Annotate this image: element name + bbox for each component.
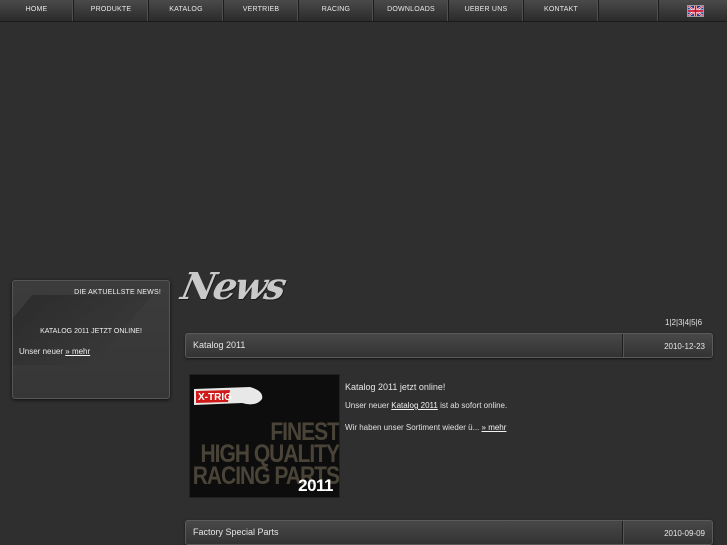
nav-spacer — [599, 0, 659, 21]
page-link-6[interactable]: 6 — [698, 318, 702, 327]
cover-year: 2011 — [298, 476, 333, 495]
latest-news-title: KATALOG 2011 JETZT ONLINE! — [40, 328, 142, 335]
page-title: News — [177, 264, 289, 308]
paragraph-text: Unser neuer — [345, 401, 390, 410]
uk-flag-icon[interactable] — [687, 5, 704, 17]
article-body: Katalog 2011 jetzt online! Unser neuer K… — [345, 382, 685, 445]
nav-produkte[interactable]: PRODUKTE — [74, 0, 149, 21]
pagination: 1|2|3|4|5|6 — [665, 318, 702, 327]
nav-downloads[interactable]: DOWNLOADS — [374, 0, 449, 21]
paragraph-text: Wir haben unser Sortiment wieder ü... — [345, 423, 480, 432]
language-switch[interactable] — [659, 0, 727, 21]
divider — [622, 334, 623, 357]
latest-news-header: DIE AKTUELLSTE NEWS! — [74, 289, 161, 296]
nav-home[interactable]: HOME — [0, 0, 74, 21]
nav-racing[interactable]: RACING — [299, 0, 374, 21]
article-header-bar[interactable]: Katalog 2011 2010-12-23 — [185, 333, 713, 358]
article-title[interactable]: Factory Special Parts — [193, 527, 279, 537]
paragraph-text: ist ab sofort online. — [440, 401, 508, 410]
page: HOME PRODUKTE KATALOG VERTRIEB RACING DO… — [0, 0, 727, 545]
main-navigation: HOME PRODUKTE KATALOG VERTRIEB RACING DO… — [0, 0, 727, 22]
article-header-bar[interactable]: Factory Special Parts 2010-09-09 — [185, 520, 713, 545]
divider — [622, 521, 623, 544]
catalog-link[interactable]: Katalog 2011 — [391, 401, 438, 410]
nav-ueber-uns[interactable]: UEBER UNS — [449, 0, 524, 21]
latest-news-snippet: Unser neuer — [19, 347, 64, 356]
article-more-link[interactable]: » mehr — [482, 423, 507, 432]
article-paragraph: Unser neuer Katalog 2011 ist ab sofort o… — [345, 401, 685, 410]
catalog-cover-image[interactable]: X-TRIG FINEST HIGH QUALITY RACING PARTS … — [189, 374, 340, 498]
article-lead: Katalog 2011 jetzt online! — [345, 382, 446, 392]
xtrig-logo-icon: X-TRIG — [194, 387, 263, 405]
article-paragraph: Wir haben unser Sortiment wieder ü... » … — [345, 423, 685, 432]
latest-news-box: DIE AKTUELLSTE NEWS! KATALOG 2011 JETZT … — [12, 280, 170, 399]
xtrig-logo-text: X-TRIG — [198, 392, 232, 403]
latest-news-more-link[interactable]: » mehr — [65, 347, 90, 356]
nav-vertrieb[interactable]: VERTRIEB — [224, 0, 299, 21]
article-date: 2010-12-23 — [664, 342, 705, 351]
nav-kontakt[interactable]: KONTAKT — [524, 0, 599, 21]
nav-katalog[interactable]: KATALOG — [149, 0, 224, 21]
article-date: 2010-09-09 — [664, 529, 705, 538]
article-title[interactable]: Katalog 2011 — [193, 340, 245, 350]
latest-news-text: Unser neuer » mehr — [19, 347, 90, 356]
